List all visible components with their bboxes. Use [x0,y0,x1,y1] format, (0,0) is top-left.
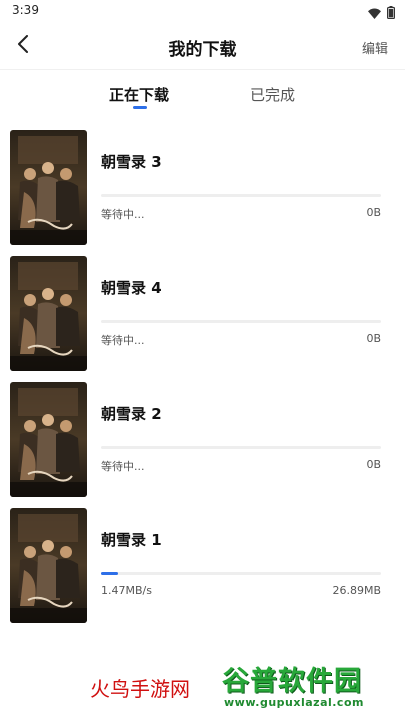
download-title: 朝雪录 2 [101,405,162,423]
download-size: 0B [366,332,381,345]
status-bar: 3:39 [0,0,405,22]
watermark-logo: 谷普软件园 www.gupuxlazal.com [222,659,400,715]
download-size: 26.89MB [332,584,381,597]
download-title: 朝雪录 3 [101,153,162,171]
watermark: 火鸟手游网 谷普软件园 www.gupuxlazal.com [0,655,405,720]
download-status: 等待中... [101,208,145,221]
tab-downloading[interactable]: 正在下载 [109,84,169,105]
poster-thumbnail[interactable] [10,130,87,245]
watermark-site-name: 火鸟手游网 [90,677,190,701]
app-header: 我的下载 编辑 [0,22,405,70]
wifi-icon [368,4,381,23]
download-item[interactable]: 朝雪录 4 等待中... 0B [0,254,405,372]
poster-thumbnail[interactable] [10,382,87,497]
download-item[interactable]: 朝雪录 3 等待中... 0B [0,128,405,246]
download-status: 等待中... [101,334,145,347]
progress-bar [101,320,381,323]
download-item[interactable]: 朝雪录 1 1.47MB/s 26.89MB [0,506,405,624]
download-status: 1.47MB/s [101,584,152,597]
watermark-logo-url: www.gupuxlazal.com [224,696,364,709]
progress-bar [101,194,381,197]
download-size: 0B [366,206,381,219]
progress-bar [101,572,381,575]
download-status: 等待中... [101,460,145,473]
page-title: 我的下载 [168,40,237,60]
poster-thumbnail[interactable] [10,256,87,371]
poster-thumbnail[interactable] [10,508,87,623]
tab-completed[interactable]: 已完成 [250,84,295,105]
status-icons [368,4,396,23]
watermark-logo-text: 谷普软件园 [222,666,362,697]
progress-bar [101,446,381,449]
status-time: 3:39 [12,3,39,17]
download-size: 0B [366,458,381,471]
download-item[interactable]: 朝雪录 2 等待中... 0B [0,380,405,498]
download-title: 朝雪录 1 [101,531,162,549]
download-title: 朝雪录 4 [101,279,162,297]
edit-button[interactable]: 编辑 [362,38,388,57]
tab-bar: 正在下载 已完成 [0,70,405,120]
active-tab-indicator [133,106,147,109]
progress-fill [101,572,118,575]
battery-icon [387,4,396,23]
